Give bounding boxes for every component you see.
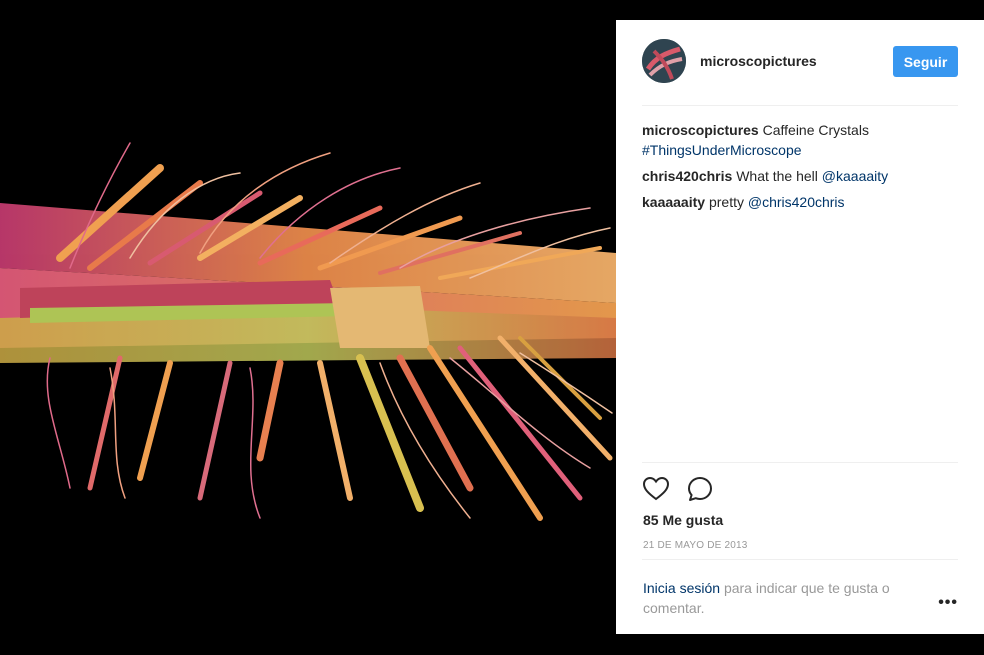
comment-author[interactable]: chris420chris — [642, 168, 732, 184]
post-date: 21 DE MAYO DE 2013 — [643, 540, 748, 551]
heart-icon[interactable] — [642, 475, 670, 503]
post-sidebar: microscopictures Seguir microscopictures… — [616, 20, 984, 634]
caffeine-crystals-image — [0, 18, 616, 634]
post-photo[interactable] — [0, 18, 616, 634]
caption-author[interactable]: microscopictures — [642, 122, 759, 138]
divider — [642, 462, 958, 463]
comment-mention[interactable]: @chris420chris — [748, 194, 845, 210]
more-options-icon[interactable]: ••• — [938, 594, 958, 612]
comment-icon[interactable] — [686, 475, 714, 503]
login-prompt: Inicia sesión para indicar que te gusta … — [643, 578, 933, 618]
avatar-image — [642, 39, 686, 83]
comment-author[interactable]: kaaaaaity — [642, 194, 705, 210]
caption: microscopictures Caffeine Crystals #Thin… — [642, 120, 958, 160]
comment-text: pretty — [708, 194, 744, 210]
comment-list: microscopictures Caffeine Crystals #Thin… — [642, 120, 958, 218]
post-header: microscopictures Seguir — [642, 20, 958, 106]
avatar[interactable] — [642, 39, 686, 83]
comment-item: chris420chris What the hell @kaaaaity — [642, 166, 958, 186]
post-actions — [642, 475, 726, 505]
post-username[interactable]: microscopictures — [700, 53, 817, 69]
login-link[interactable]: Inicia sesión — [643, 580, 720, 596]
caption-hashtag[interactable]: #ThingsUnderMicroscope — [642, 142, 802, 158]
follow-button[interactable]: Seguir — [893, 46, 958, 77]
comment-item: kaaaaaity pretty @chris420chris — [642, 192, 958, 212]
caption-text: Caffeine Crystals — [762, 122, 869, 138]
post-frame: microscopictures Seguir microscopictures… — [0, 0, 984, 655]
comment-text: What the hell — [736, 168, 818, 184]
divider — [642, 559, 958, 560]
comment-mention[interactable]: @kaaaaity — [822, 168, 888, 184]
like-count[interactable]: 85 Me gusta — [643, 512, 723, 528]
